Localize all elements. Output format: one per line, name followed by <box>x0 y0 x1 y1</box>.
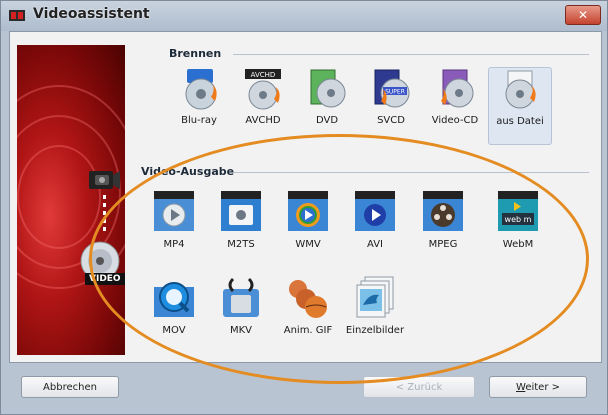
output-option-single-images[interactable]: Einzelbilder <box>343 273 407 351</box>
close-button[interactable]: ✕ <box>565 5 601 25</box>
output-option-label: Anim. GIF <box>283 325 333 336</box>
burn-option-label: SVCD <box>377 115 405 126</box>
quicktime-icon <box>154 282 194 317</box>
sidebar-disc-label: VIDEO <box>85 273 125 285</box>
title-bar[interactable]: Videoassistent ✕ <box>1 1 607 31</box>
disc-from-file-icon <box>505 70 536 109</box>
bluray-disc-icon <box>185 69 217 110</box>
mp4-clapper-icon <box>154 191 194 231</box>
mkv-icon <box>223 277 259 317</box>
video-cd-disc-icon <box>441 69 474 108</box>
output-option-label: M2TS <box>227 239 255 250</box>
mpeg-film-reel-icon <box>423 191 463 231</box>
burn-option-label: DVD <box>315 115 339 126</box>
webm-badge-text: web m <box>505 215 532 224</box>
output-option-anim-gif[interactable]: Anim. GIF <box>276 273 340 351</box>
burn-option-svcd[interactable]: SUPER SVCD <box>359 67 423 145</box>
output-option-label: WebM <box>502 239 534 250</box>
output-option-mp4[interactable]: MP4 <box>142 187 206 265</box>
burn-option-avchd[interactable]: AVCHD AVCHD <box>231 67 295 145</box>
output-option-label: MKV <box>229 325 253 336</box>
wizard-sidebar-graphic: VIDEO <box>17 45 125 355</box>
next-button-mnemonic: W <box>516 382 526 393</box>
burn-option-label: Video-CD <box>431 115 479 126</box>
video-assistant-window: Videoassistent ✕ VIDEO Brennen Blu-ray A… <box>0 0 608 415</box>
output-option-webm[interactable]: web m WebM <box>486 187 550 265</box>
output-option-avi[interactable]: AVI <box>343 187 407 265</box>
svcd-disc-icon: SUPER <box>374 69 410 108</box>
burn-option-label: AVCHD <box>245 115 281 126</box>
burn-option-bluray[interactable]: Blu-ray <box>167 67 231 145</box>
burn-option-label: aus Datei <box>496 116 544 127</box>
avchd-badge-text: AVCHD <box>251 71 276 79</box>
app-icon <box>9 10 25 21</box>
output-option-label: MOV <box>162 325 186 336</box>
window-title: Videoassistent <box>33 6 150 22</box>
avchd-disc-icon: AVCHD <box>245 69 281 110</box>
output-section-heading: Video-Ausgabe <box>141 165 235 178</box>
svcd-badge-text: SUPER <box>385 89 405 96</box>
output-option-label: MPEG <box>428 239 458 250</box>
avi-clapper-icon <box>355 191 395 231</box>
output-option-mkv[interactable]: MKV <box>209 273 273 351</box>
dvd-disc-icon <box>310 69 346 108</box>
output-option-mpeg[interactable]: MPEG <box>411 187 475 265</box>
output-option-label: WMV <box>295 239 321 250</box>
next-button-label: eiter > <box>525 382 560 393</box>
output-option-mov[interactable]: MOV <box>142 273 206 351</box>
animated-gif-icon <box>289 280 327 318</box>
output-section-divider <box>233 172 589 173</box>
output-option-m2ts[interactable]: M2TS <box>209 187 273 265</box>
camera-icon <box>89 171 120 189</box>
burn-option-from-file[interactable]: aus Datei <box>488 67 552 145</box>
back-button[interactable]: < Zurück <box>363 376 475 398</box>
output-option-label: Einzelbilder <box>345 325 405 336</box>
cancel-button[interactable]: Abbrechen <box>21 376 119 398</box>
burn-option-dvd[interactable]: DVD <box>295 67 359 145</box>
output-option-label: AVI <box>367 239 383 250</box>
burn-section-heading: Brennen <box>169 47 222 60</box>
webm-clapper-icon: web m <box>498 191 538 231</box>
m2ts-clapper-icon <box>221 191 261 231</box>
burn-option-label: Blu-ray <box>181 115 217 126</box>
sidebar-dotted-line <box>103 195 106 235</box>
single-images-icon <box>356 276 394 318</box>
next-button[interactable]: Weiter > <box>489 376 587 398</box>
wmv-clapper-icon <box>288 191 328 231</box>
burn-section-divider <box>233 54 589 55</box>
output-option-wmv[interactable]: WMV <box>276 187 340 265</box>
burn-option-video-cd[interactable]: Video-CD <box>423 67 487 145</box>
output-option-label: MP4 <box>163 239 185 250</box>
